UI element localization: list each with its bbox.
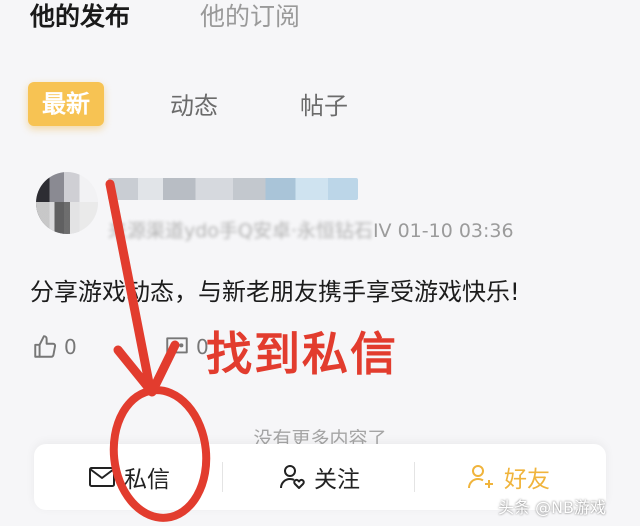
comment-icon — [166, 337, 188, 358]
like-button[interactable]: 0 — [32, 334, 77, 360]
follow-label: 关注 — [314, 467, 360, 493]
username-blurred — [108, 178, 358, 200]
like-count: 0 — [64, 335, 77, 359]
post-meta: 来源渠道ydo手Q安卓·永恒钻石IV 01-10 03:36 — [108, 216, 514, 243]
sub-tab-posts[interactable]: 帖子 — [300, 88, 348, 124]
tab-his-posts[interactable]: 他的发布 — [30, 0, 130, 34]
add-friend-button[interactable]: 好友 — [466, 456, 550, 498]
post-meta-blurred: 来源渠道ydo手Q安卓·永恒钻石 — [108, 220, 373, 242]
watermark: 头条 @NB游戏 — [498, 498, 607, 517]
post-meta-timestamp: IV 01-10 03:36 — [372, 220, 514, 242]
sub-tab-activity[interactable]: 动态 — [170, 88, 218, 124]
annotation-find-message-text: 找到私信 — [206, 327, 398, 381]
private-message-button[interactable]: 私信 — [88, 456, 170, 498]
tab-his-subscriptions[interactable]: 他的订阅 — [200, 0, 300, 34]
thumbs-up-icon — [34, 335, 57, 358]
sub-tab-bar: 最新 动态 帖子 — [0, 80, 640, 132]
private-message-label: 私信 — [124, 467, 170, 493]
post-content: 分享游戏动态，与新老朋友携手享受游戏快乐! — [30, 278, 520, 306]
avatar[interactable] — [36, 172, 98, 234]
friend-label: 好友 — [504, 467, 550, 493]
divider — [222, 462, 223, 492]
sub-tab-latest[interactable]: 最新 — [28, 82, 104, 126]
add-user-icon — [468, 465, 493, 489]
comment-button[interactable]: 0 — [164, 334, 209, 360]
envelope-icon — [89, 467, 115, 487]
follow-button[interactable]: 关注 — [278, 456, 360, 498]
user-heart-icon — [280, 465, 305, 489]
divider — [414, 462, 415, 492]
top-tab-bar: 他的发布 他的订阅 — [0, 0, 640, 46]
